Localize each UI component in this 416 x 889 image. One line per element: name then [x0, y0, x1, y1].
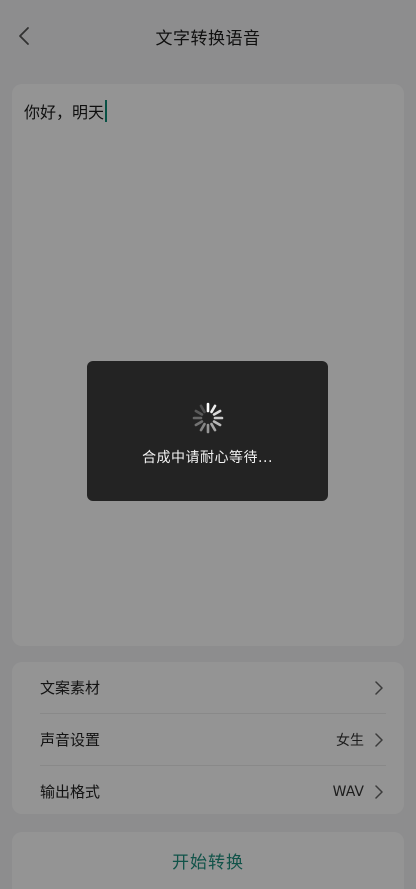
spinner-icon: [192, 402, 223, 434]
modal-overlay: 合成中请耐心等待...: [0, 0, 416, 889]
loading-dialog: 合成中请耐心等待...: [87, 361, 328, 501]
loading-text: 合成中请耐心等待...: [142, 450, 273, 466]
